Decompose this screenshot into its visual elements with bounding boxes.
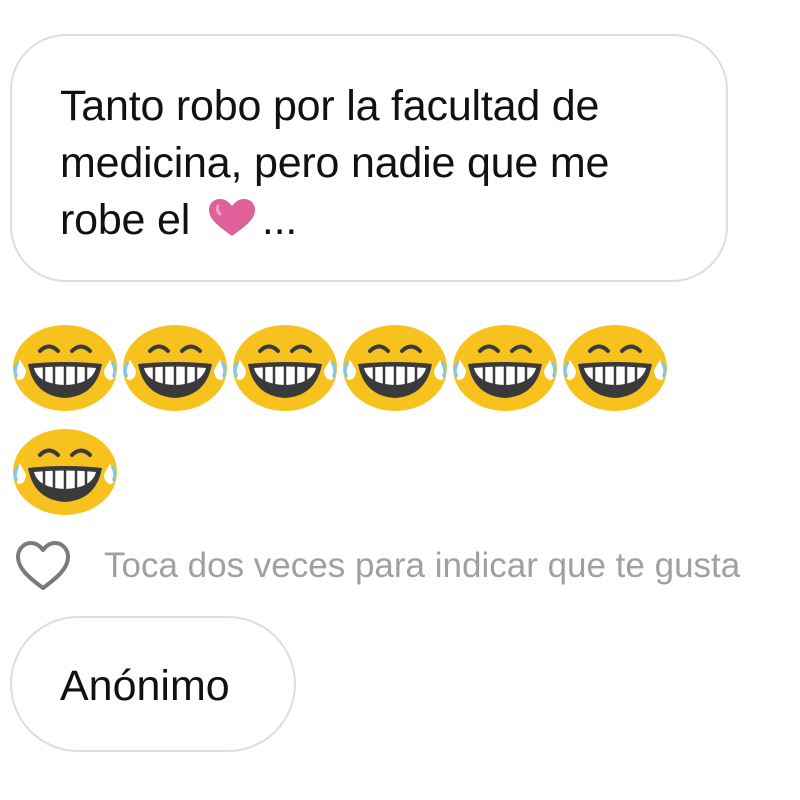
message-text-part-2: ... [261,196,298,244]
face-with-tears-of-joy-icon [11,323,119,413]
message-text: Tanto robo por la facultad de medicina, … [60,78,700,249]
message-bubble[interactable]: Tanto robo por la facultad de medicina, … [10,34,728,282]
reaction-emoji-row-1 [10,318,690,414]
face-with-tears-of-joy-icon [561,323,669,413]
message-text-part-1: Tanto robo por la facultad de medicina, … [60,82,621,244]
previous-message-fragment [286,0,306,8]
reaction-emoji-row-2 [10,422,690,518]
face-with-tears-of-joy-icon [341,323,449,413]
pink-heart-icon [208,199,255,236]
sender-pill[interactable]: Anónimo [10,616,296,752]
heart-outline-icon[interactable] [14,540,72,592]
face-with-tears-of-joy-icon [231,323,339,413]
face-with-tears-of-joy-icon [121,323,229,413]
face-with-tears-of-joy-icon [451,323,559,413]
double-tap-like-hint: Toca dos veces para indicar que te gusta [104,546,741,585]
face-with-tears-of-joy-icon [11,427,119,517]
sender-name: Anónimo [60,662,230,710]
like-row: Toca dos veces para indicar que te gusta [14,538,784,598]
